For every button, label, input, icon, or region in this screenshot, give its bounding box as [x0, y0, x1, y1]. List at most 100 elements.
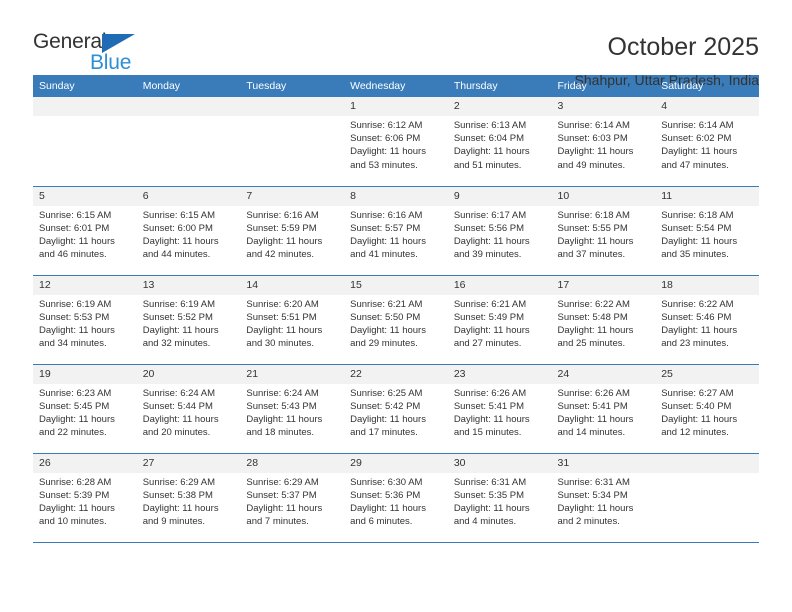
daylight-text-line2: and 53 minutes. [350, 159, 418, 171]
day-cell[interactable]: 18 Sunrise: 6:22 AM Sunset: 5:46 PM Dayligh… [655, 275, 759, 365]
day-cell[interactable]: 30 Sunrise: 6:31 AM Sunset: 5:35 PM Dayligh… [447, 453, 552, 543]
day-details [655, 473, 759, 476]
day-cell[interactable]: 5 Sunrise: 6:15 AM Sunset: 6:01 PM Daylight… [33, 186, 137, 276]
day-cell[interactable]: 1 Sunrise: 6:12 AM Sunset: 6:06 PM Daylight… [344, 97, 448, 187]
sunrise-text: Sunrise: 6:19 AM [142, 298, 216, 310]
calendar-week-row: 19 Sunrise: 6:23 AM Sunset: 5:45 PM Dayligh… [33, 364, 759, 454]
day-number: 6 [136, 186, 241, 206]
sunrise-text: Sunrise: 6:29 AM [246, 476, 319, 488]
daylight-text-line2: and 37 minutes. [557, 249, 626, 261]
day-cell[interactable]: 9 Sunrise: 6:17 AM Sunset: 5:56 PM Daylight… [447, 186, 552, 276]
sunset-text: Sunset: 5:34 PM [557, 489, 628, 501]
day-cell[interactable]: 23 Sunrise: 6:26 AM Sunset: 5:41 PM Dayligh… [447, 364, 552, 454]
day-cell[interactable] [655, 453, 759, 543]
day-details: Sunrise: 6:22 AM Sunset: 5:46 PM Daylight:… [655, 295, 759, 351]
day-cell[interactable]: 25 Sunrise: 6:27 AM Sunset: 5:40 PM Dayligh… [655, 364, 759, 454]
day-cell[interactable]: 16 Sunrise: 6:21 AM Sunset: 5:49 PM Dayligh… [447, 275, 552, 365]
day-cell[interactable]: 4 Sunrise: 6:14 AM Sunset: 6:02 PM Daylight… [655, 97, 759, 187]
day-cell[interactable]: 14 Sunrise: 6:20 AM Sunset: 5:51 PM Dayligh… [240, 275, 345, 365]
day-cell[interactable]: 29 Sunrise: 6:30 AM Sunset: 5:36 PM Dayligh… [344, 453, 448, 543]
sunset-text: Sunset: 5:43 PM [246, 400, 317, 412]
day-cell[interactable]: 22 Sunrise: 6:25 AM Sunset: 5:42 PM Dayligh… [344, 364, 448, 454]
sunset-text: Sunset: 5:38 PM [142, 489, 213, 501]
day-cell[interactable]: 13 Sunrise: 6:19 AM Sunset: 5:52 PM Dayligh… [136, 275, 241, 365]
sunrise-text: Sunrise: 6:25 AM [350, 387, 423, 399]
day-cell[interactable]: 26 Sunrise: 6:28 AM Sunset: 5:39 PM Dayligh… [33, 453, 137, 543]
day-cell[interactable]: 12 Sunrise: 6:19 AM Sunset: 5:53 PM Dayligh… [33, 275, 137, 365]
daylight-text-line2: and 14 minutes. [557, 427, 626, 439]
day-number: 9 [447, 186, 552, 206]
daylight-text-line1: Daylight: 11 hours [453, 235, 530, 247]
day-details [33, 116, 137, 119]
daylight-text-line2: and 42 minutes. [246, 249, 315, 261]
sunset-text: Sunset: 5:35 PM [453, 489, 525, 501]
day-cell[interactable]: 8 Sunrise: 6:16 AM Sunset: 5:57 PM Daylight… [344, 186, 448, 276]
sunrise-text: Sunrise: 6:28 AM [39, 476, 112, 488]
day-cell[interactable]: 2 Sunrise: 6:13 AM Sunset: 6:04 PM Daylight… [447, 97, 552, 187]
day-cell[interactable] [33, 97, 137, 187]
day-cell[interactable] [136, 97, 241, 187]
day-details: Sunrise: 6:22 AM Sunset: 5:48 PM Daylight:… [552, 295, 656, 351]
day-cell[interactable]: 31 Sunrise: 6:31 AM Sunset: 5:34 PM Dayligh… [551, 453, 656, 543]
day-cell[interactable]: 10 Sunrise: 6:18 AM Sunset: 5:55 PM Dayligh… [551, 186, 656, 276]
day-details: Sunrise: 6:14 AM Sunset: 6:03 PM Daylight:… [552, 116, 656, 172]
day-cell[interactable]: 7 Sunrise: 6:16 AM Sunset: 5:59 PM Daylight… [240, 186, 345, 276]
day-cell[interactable]: 24 Sunrise: 6:26 AM Sunset: 5:41 PM Dayligh… [551, 364, 656, 454]
sunset-text: Sunset: 6:03 PM [557, 133, 628, 145]
daylight-text-line1: Daylight: 11 hours [661, 235, 738, 247]
daylight-text-line1: Daylight: 11 hours [39, 413, 115, 425]
daylight-text-line1: Daylight: 11 hours [661, 413, 738, 425]
sunrise-text: Sunrise: 6:13 AM [453, 120, 527, 131]
day-number: 24 [551, 364, 656, 384]
day-number: 26 [33, 453, 137, 473]
day-number: 2 [447, 97, 552, 116]
calendar-week-row: 26 Sunrise: 6:28 AM Sunset: 5:39 PM Dayligh… [33, 453, 759, 543]
sunset-text: Sunset: 5:49 PM [453, 311, 525, 323]
sunrise-text: Sunrise: 6:31 AM [557, 476, 630, 488]
sunset-text: Sunset: 5:51 PM [246, 311, 317, 323]
daylight-text-line1: Daylight: 11 hours [246, 413, 323, 425]
day-cell[interactable] [240, 97, 345, 187]
day-details [137, 116, 241, 119]
day-cell[interactable]: 15 Sunrise: 6:21 AM Sunset: 5:50 PM Dayligh… [344, 275, 448, 365]
daylight-text-line1: Daylight: 11 hours [39, 324, 115, 336]
daylight-text-line1: Daylight: 11 hours [39, 235, 115, 247]
day-details: Sunrise: 6:13 AM Sunset: 6:04 PM Daylight:… [448, 116, 552, 172]
daylight-text-line1: Daylight: 11 hours [142, 324, 219, 336]
day-number: 1 [344, 97, 448, 116]
sunrise-text: Sunrise: 6:21 AM [453, 298, 527, 310]
day-cell[interactable]: 17 Sunrise: 6:22 AM Sunset: 5:48 PM Dayligh… [551, 275, 656, 365]
sunset-text: Sunset: 6:00 PM [142, 222, 213, 234]
day-cell[interactable]: 19 Sunrise: 6:23 AM Sunset: 5:45 PM Dayligh… [33, 364, 137, 454]
daylight-text-line2: and 47 minutes. [661, 159, 729, 171]
sunrise-text: Sunrise: 6:22 AM [661, 298, 734, 310]
day-cell[interactable]: 11 Sunrise: 6:18 AM Sunset: 5:54 PM Dayligh… [655, 186, 759, 276]
generalblue-logo[interactable]: General Blue [33, 30, 163, 80]
sunrise-text: Sunrise: 6:22 AM [557, 298, 630, 310]
sunrise-text: Sunrise: 6:24 AM [142, 387, 216, 399]
day-cell[interactable]: 20 Sunrise: 6:24 AM Sunset: 5:44 PM Dayligh… [136, 364, 241, 454]
day-number: 30 [447, 453, 552, 473]
sunset-text: Sunset: 6:04 PM [453, 133, 525, 145]
sunrise-text: Sunrise: 6:15 AM [39, 209, 112, 221]
sunrise-text: Sunrise: 6:29 AM [142, 476, 216, 488]
day-number [240, 97, 345, 116]
sunset-text: Sunset: 5:57 PM [350, 222, 421, 234]
day-number: 19 [33, 364, 137, 384]
day-cell[interactable]: 3 Sunrise: 6:14 AM Sunset: 6:03 PM Daylight… [551, 97, 656, 187]
day-details: Sunrise: 6:18 AM Sunset: 5:55 PM Daylight:… [552, 206, 656, 262]
day-number: 5 [33, 186, 137, 206]
day-cell[interactable]: 27 Sunrise: 6:29 AM Sunset: 5:38 PM Dayligh… [136, 453, 241, 543]
day-number [33, 97, 137, 116]
daylight-text-line1: Daylight: 11 hours [246, 502, 323, 514]
day-cell[interactable]: 6 Sunrise: 6:15 AM Sunset: 6:00 PM Daylight… [136, 186, 241, 276]
daylight-text-line1: Daylight: 11 hours [350, 235, 426, 247]
daylight-text-line2: and 27 minutes. [453, 338, 522, 350]
day-cell[interactable]: 28 Sunrise: 6:29 AM Sunset: 5:37 PM Dayligh… [240, 453, 345, 543]
day-cell[interactable]: 21 Sunrise: 6:24 AM Sunset: 5:43 PM Dayligh… [240, 364, 345, 454]
sunrise-text: Sunrise: 6:24 AM [246, 387, 319, 399]
day-details: Sunrise: 6:23 AM Sunset: 5:45 PM Daylight:… [33, 384, 137, 440]
day-details: Sunrise: 6:31 AM Sunset: 5:35 PM Daylight:… [448, 473, 552, 529]
daylight-text-line2: and 18 minutes. [246, 427, 315, 439]
daylight-text-line2: and 17 minutes. [350, 427, 418, 439]
